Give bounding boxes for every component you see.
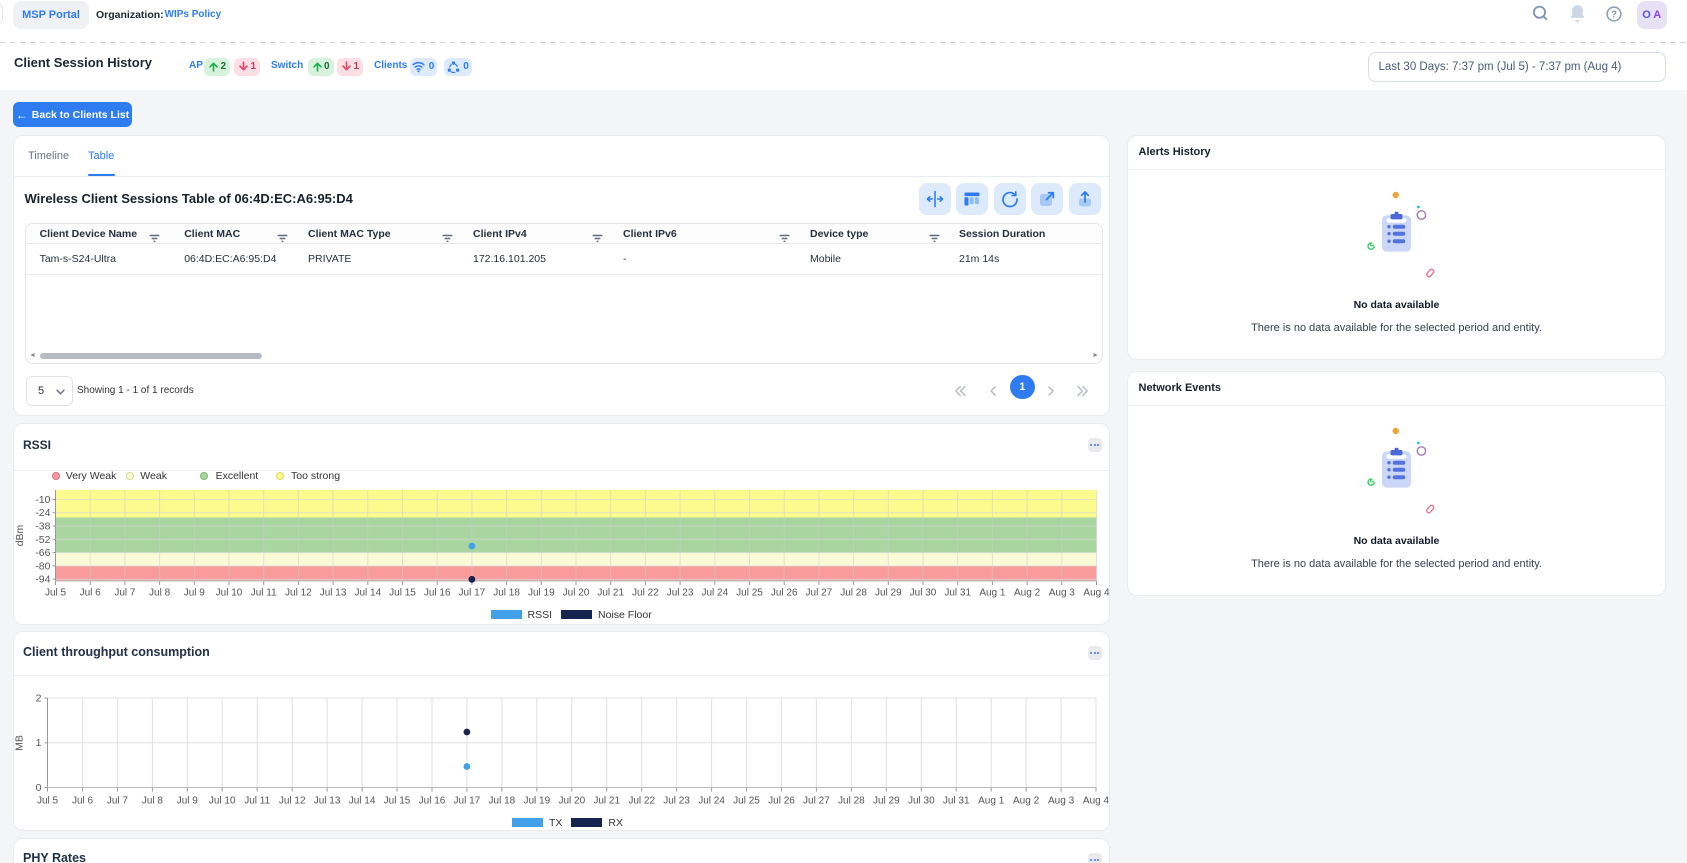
svg-text:Jul 30: Jul 30 — [908, 796, 935, 807]
svg-text:Aug 1: Aug 1 — [978, 796, 1005, 807]
svg-text:Jul 27: Jul 27 — [803, 796, 830, 807]
svg-text:Jul 17: Jul 17 — [459, 588, 486, 599]
svg-text:Jul 8: Jul 8 — [142, 796, 164, 807]
svg-text:Jul 31: Jul 31 — [943, 796, 970, 807]
svg-text:?: ? — [1611, 9, 1617, 20]
svg-text:Jul 29: Jul 29 — [873, 796, 900, 807]
svg-text:Jul 13: Jul 13 — [320, 588, 347, 599]
svg-text:Jul 11: Jul 11 — [244, 796, 270, 807]
svg-text:Jul 21: Jul 21 — [597, 588, 624, 599]
svg-text:2: 2 — [36, 693, 42, 705]
svg-text:-94: -94 — [35, 574, 50, 586]
svg-text:Jul 21: Jul 21 — [593, 796, 620, 807]
svg-text:Aug 4: Aug 4 — [1083, 588, 1110, 599]
svg-text:Jul 23: Jul 23 — [663, 796, 690, 807]
svg-text:dBm: dBm — [14, 524, 26, 546]
svg-text:Jul 28: Jul 28 — [840, 588, 867, 599]
svg-text:Jul 16: Jul 16 — [424, 588, 451, 599]
svg-text:Aug 1: Aug 1 — [979, 588, 1006, 599]
svg-text:Jul 18: Jul 18 — [493, 588, 520, 599]
svg-text:Jul 15: Jul 15 — [389, 588, 416, 599]
svg-text:Jul 14: Jul 14 — [354, 588, 381, 599]
svg-text:Aug 2: Aug 2 — [1014, 588, 1041, 599]
svg-text:Jul 29: Jul 29 — [875, 588, 902, 599]
svg-text:Aug 3: Aug 3 — [1048, 796, 1075, 807]
svg-text:Jul 20: Jul 20 — [563, 588, 590, 599]
svg-text:Jul 22: Jul 22 — [632, 588, 659, 599]
svg-text:Jul 24: Jul 24 — [698, 796, 725, 807]
svg-text:Jul 24: Jul 24 — [701, 588, 728, 599]
svg-text:Jul 16: Jul 16 — [419, 796, 446, 807]
svg-text:Aug 2: Aug 2 — [1013, 796, 1040, 807]
svg-text:Jul 12: Jul 12 — [279, 796, 306, 807]
svg-text:0: 0 — [36, 782, 42, 794]
svg-text:Jul 15: Jul 15 — [384, 796, 411, 807]
svg-text:Jul 14: Jul 14 — [349, 796, 376, 807]
svg-text:Jul 9: Jul 9 — [177, 796, 199, 807]
svg-text:-66: -66 — [35, 547, 50, 559]
svg-text:-24: -24 — [35, 507, 50, 519]
svg-text:Jul 5: Jul 5 — [37, 796, 59, 807]
svg-text:Jul 12: Jul 12 — [285, 588, 312, 599]
svg-text:Aug 4: Aug 4 — [1083, 796, 1110, 807]
svg-text:Jul 25: Jul 25 — [733, 796, 760, 807]
svg-text:Jul 30: Jul 30 — [910, 588, 937, 599]
svg-text:Aug 3: Aug 3 — [1049, 588, 1076, 599]
svg-text:Jul 10: Jul 10 — [216, 588, 243, 599]
svg-text:Jul 27: Jul 27 — [806, 588, 833, 599]
svg-text:Jul 17: Jul 17 — [454, 796, 481, 807]
svg-text:Jul 19: Jul 19 — [528, 588, 555, 599]
svg-text:Jul 19: Jul 19 — [523, 796, 550, 807]
svg-text:Jul 13: Jul 13 — [314, 796, 341, 807]
svg-text:Jul 25: Jul 25 — [736, 588, 763, 599]
svg-text:Jul 9: Jul 9 — [184, 588, 206, 599]
svg-text:Jul 26: Jul 26 — [768, 796, 795, 807]
svg-text:-38: -38 — [35, 521, 50, 533]
svg-text:Jul 10: Jul 10 — [209, 796, 236, 807]
svg-text:1: 1 — [36, 737, 42, 749]
svg-text:Jul 28: Jul 28 — [838, 796, 865, 807]
svg-text:Jul 20: Jul 20 — [558, 796, 585, 807]
svg-text:Jul 26: Jul 26 — [771, 588, 798, 599]
svg-text:Jul 7: Jul 7 — [114, 588, 136, 599]
svg-text:Jul 31: Jul 31 — [944, 588, 971, 599]
svg-text:Jul 22: Jul 22 — [628, 796, 655, 807]
svg-text:Jul 5: Jul 5 — [45, 588, 67, 599]
svg-text:Jul 23: Jul 23 — [667, 588, 694, 599]
svg-text:-10: -10 — [35, 494, 50, 506]
svg-text:Jul 6: Jul 6 — [80, 588, 102, 599]
svg-text:Jul 11: Jul 11 — [251, 588, 277, 599]
svg-text:Jul 6: Jul 6 — [72, 796, 94, 807]
svg-text:MB: MB — [14, 735, 26, 751]
svg-text:Jul 8: Jul 8 — [149, 588, 171, 599]
svg-text:-80: -80 — [35, 560, 50, 572]
svg-text:-52: -52 — [35, 534, 50, 546]
svg-text:Jul 7: Jul 7 — [107, 796, 129, 807]
svg-text:Jul 18: Jul 18 — [489, 796, 516, 807]
